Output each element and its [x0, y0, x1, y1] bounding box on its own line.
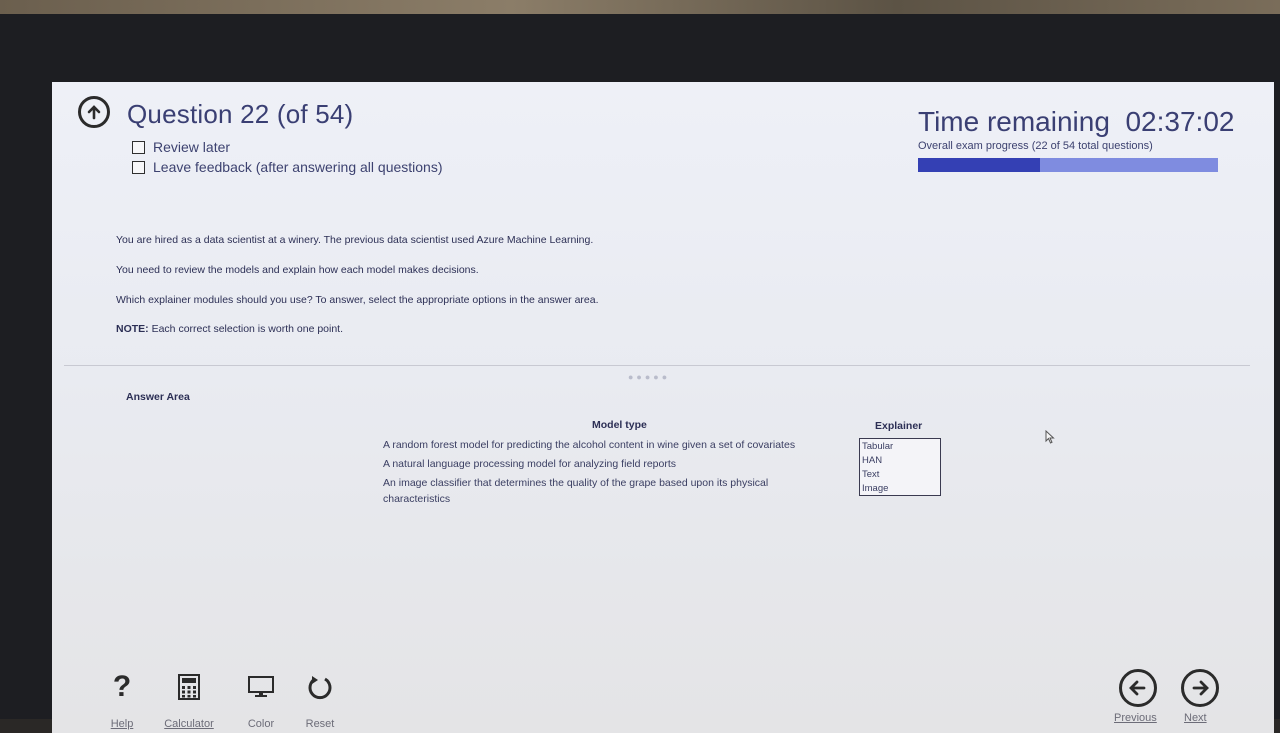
help-label: Help: [110, 718, 134, 730]
reset-button[interactable]: Reset: [290, 670, 350, 730]
question-paragraph: You are hired as a data scientist at a w…: [116, 234, 594, 246]
arrow-right-icon: [1192, 680, 1209, 696]
previous-label[interactable]: Previous: [1114, 712, 1157, 724]
note-text: Each correct selection is worth one poin…: [148, 323, 344, 335]
model-item: A random forest model for predicting the…: [383, 439, 796, 451]
mouse-cursor-icon: [1045, 430, 1055, 444]
model-type-header: Model type: [592, 419, 647, 431]
question-title: Question 22 (of 54): [127, 99, 354, 129]
calculator-icon: [159, 670, 219, 704]
explainer-option[interactable]: Tabular: [862, 440, 938, 454]
reset-icon: [290, 670, 350, 704]
color-button[interactable]: Color: [231, 670, 291, 730]
monitor-icon: [231, 670, 291, 704]
progress-bar: [918, 158, 1218, 172]
calculator-label: Calculator: [164, 718, 214, 730]
leave-feedback-label: Leave feedback (after answering all ques…: [153, 159, 443, 175]
calculator-button[interactable]: Calculator: [159, 670, 219, 730]
progress-text: Overall exam progress (22 of 54 total qu…: [918, 140, 1153, 152]
divider: [64, 365, 1250, 366]
checkbox-icon[interactable]: [132, 140, 145, 154]
explainer-options-list[interactable]: Tabular HAN Text Image: [859, 438, 941, 496]
explainer-option[interactable]: HAN: [862, 454, 938, 468]
time-remaining: Time remaining 02:37:02: [918, 106, 1235, 137]
model-item: A natural language processing model for …: [383, 458, 677, 470]
review-later-checkbox[interactable]: Review later: [132, 139, 230, 155]
progress-fill: [918, 158, 1041, 172]
color-label: Color: [247, 718, 275, 730]
leave-feedback-checkbox[interactable]: Leave feedback (after answering all ques…: [132, 159, 443, 175]
checkbox-icon[interactable]: [132, 160, 145, 174]
back-arrow-icon[interactable]: [78, 96, 110, 128]
answer-area-title: Answer Area: [126, 391, 190, 403]
note-paragraph: NOTE: Each correct selection is worth on…: [116, 323, 343, 335]
help-button[interactable]: ? Help: [92, 670, 152, 730]
explainer-option[interactable]: Text: [862, 468, 938, 482]
question-paragraph: You need to review the models and explai…: [116, 264, 479, 276]
review-later-label: Review later: [153, 139, 231, 155]
arrow-left-icon: [1129, 680, 1146, 696]
question-paragraph: Which explainer modules should you use? …: [116, 294, 599, 306]
explainer-header: Explainer: [875, 420, 923, 432]
reset-label: Reset: [305, 718, 335, 730]
exam-screen: Question 22 (of 54) Review later Leave f…: [52, 82, 1274, 733]
explainer-option[interactable]: Image: [862, 482, 938, 496]
model-item: An image classifier that determines the …: [383, 477, 769, 505]
next-label[interactable]: Next: [1184, 712, 1207, 724]
next-button[interactable]: [1181, 669, 1219, 707]
question-mark-icon: ?: [112, 670, 132, 703]
previous-button[interactable]: [1119, 669, 1157, 707]
note-label: NOTE:: [116, 323, 149, 335]
splitter-handle[interactable]: ●●●●●: [628, 372, 670, 382]
monitor-bezel: Question 22 (of 54) Review later Leave f…: [0, 14, 1280, 733]
